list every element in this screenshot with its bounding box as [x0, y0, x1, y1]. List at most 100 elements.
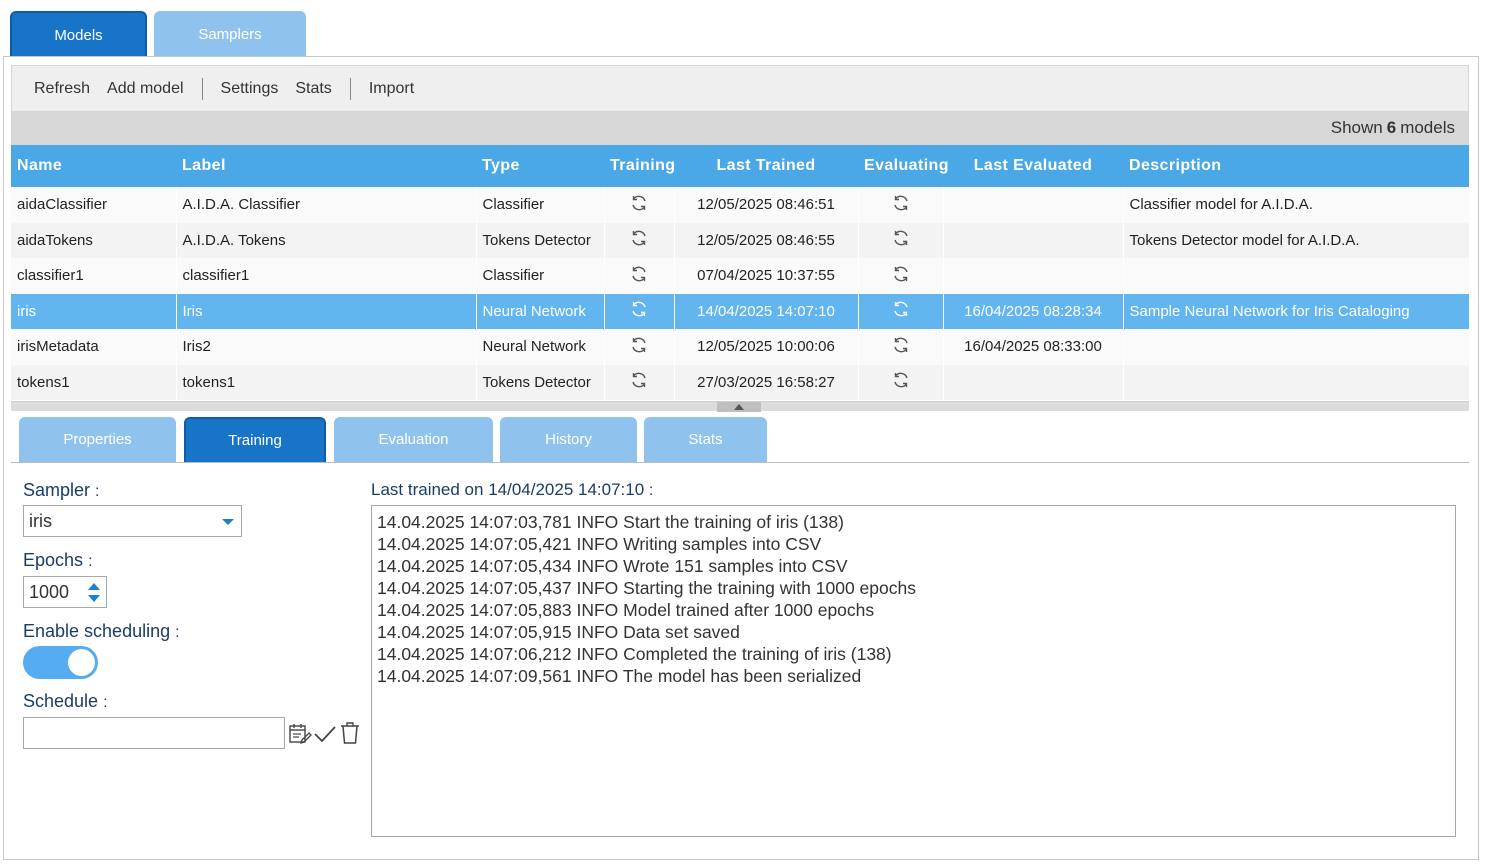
cell-name: aidaClassifier — [11, 187, 177, 223]
log-title: Last trained on 14/04/2025 14:07:10 : — [371, 480, 653, 500]
cell-last-trained: 12/05/2025 08:46:55 — [674, 222, 859, 258]
cell-last-evaluated — [943, 364, 1124, 400]
cell-label: Iris — [176, 293, 477, 329]
col-header-evaluating[interactable]: Evaluating — [858, 145, 949, 187]
cell-type: Tokens Detector — [476, 364, 605, 400]
cell-last-evaluated: 16/04/2025 08:28:34 — [943, 293, 1124, 329]
training-refresh-icon[interactable] — [604, 293, 675, 329]
label-colon: : — [95, 483, 100, 500]
epochs-stepper[interactable]: 1000 — [23, 576, 107, 608]
cell-name: iris — [11, 293, 177, 329]
tab-evaluation[interactable]: Evaluation — [334, 417, 493, 462]
epochs-label: Epochs : — [23, 550, 93, 571]
schedule-input[interactable] — [23, 717, 285, 749]
label-colon: : — [648, 482, 654, 499]
table-header-row: Name Label Type Training Last Trained Ev… — [11, 145, 1469, 187]
tab-properties[interactable]: Properties — [19, 417, 176, 462]
training-refresh-icon[interactable] — [604, 222, 675, 258]
cell-type: Classifier — [476, 187, 605, 223]
cell-last-trained: 12/05/2025 08:46:51 — [674, 187, 859, 223]
log-line: 14.04.2025 14:07:05,437 INFO Starting th… — [377, 578, 916, 598]
evaluating-refresh-icon[interactable] — [858, 258, 944, 294]
cell-description — [1123, 258, 1470, 294]
col-header-last-trained[interactable]: Last Trained — [674, 145, 858, 187]
count-prefix: Shown — [1330, 118, 1383, 137]
table-row[interactable]: tokens1 tokens1 Tokens Detector 27/03/2025 … — [11, 364, 1470, 400]
log-line: 14.04.2025 14:07:05,434 INFO Wrote 151 s… — [377, 556, 848, 576]
log-line: 14.04.2025 14:07:09,561 INFO The model h… — [377, 666, 862, 686]
scheduling-label-text: Enable scheduling — [23, 621, 171, 641]
col-header-training[interactable]: Training — [604, 145, 675, 187]
training-refresh-icon[interactable] — [604, 258, 675, 294]
stats-button[interactable]: Stats — [295, 80, 331, 98]
cell-description — [1123, 364, 1470, 400]
cell-last-trained: 14/04/2025 14:07:10 — [674, 293, 859, 329]
cell-type: Neural Network — [476, 293, 605, 329]
cell-type: Tokens Detector — [476, 222, 605, 258]
cell-label: A.I.D.A. Classifier — [176, 187, 477, 223]
table-row[interactable]: aidaClassifier A.I.D.A. Classifier Classif… — [11, 187, 1470, 223]
table-row[interactable]: irisMetadata Iris2 Neural Network 12/05/202… — [11, 329, 1470, 365]
chevron-down-icon[interactable] — [222, 519, 234, 525]
check-icon[interactable] — [313, 723, 337, 745]
col-header-label[interactable]: Label — [176, 145, 476, 187]
cell-name: classifier1 — [11, 258, 177, 294]
scheduling-label: Enable scheduling : — [23, 621, 180, 642]
log-line: 14.04.2025 14:07:05,421 INFO Writing sam… — [377, 534, 822, 554]
import-button[interactable]: Import — [369, 80, 414, 98]
tab-models[interactable]: Models — [10, 11, 147, 57]
toolbar: Refresh Add model Settings Stats Import — [11, 65, 1469, 111]
cell-last-evaluated — [943, 187, 1124, 223]
training-refresh-icon[interactable] — [604, 364, 675, 400]
scheduling-toggle[interactable] — [23, 646, 98, 679]
cell-last-trained: 27/03/2025 16:58:27 — [674, 364, 859, 400]
evaluating-refresh-icon[interactable] — [858, 364, 944, 400]
col-header-type[interactable]: Type — [476, 145, 604, 187]
toolbar-divider — [201, 77, 203, 100]
schedule-label: Schedule : — [23, 691, 108, 712]
log-line: 14.04.2025 14:07:03,781 INFO Start the t… — [377, 512, 844, 532]
sampler-label-text: Sampler — [23, 480, 91, 500]
decrement-icon[interactable] — [88, 595, 100, 602]
count-suffix: models — [1400, 118, 1455, 137]
calendar-edit-icon[interactable] — [288, 722, 312, 746]
cell-label: tokens1 — [176, 364, 477, 400]
evaluating-refresh-icon[interactable] — [858, 329, 944, 365]
tab-samplers[interactable]: Samplers — [154, 11, 306, 57]
tab-history[interactable]: History — [500, 417, 637, 462]
toggle-knob — [68, 649, 95, 676]
training-log[interactable]: 14.04.2025 14:07:03,781 INFO Start the t… — [371, 505, 1456, 837]
tab-stats[interactable]: Stats — [644, 417, 767, 462]
table-row[interactable]: classifier1 classifier1 Classifier 07/04/20… — [11, 258, 1470, 294]
epochs-value: 1000 — [29, 581, 70, 602]
cell-description: Tokens Detector model for A.I.D.A. — [1123, 222, 1470, 258]
trash-icon[interactable] — [339, 721, 361, 745]
table-row[interactable]: iris Iris Neural Network 14/04/2025 14:07:1… — [11, 293, 1470, 329]
refresh-button[interactable]: Refresh — [34, 80, 90, 98]
col-header-description[interactable]: Description — [1123, 145, 1469, 187]
evaluating-refresh-icon[interactable] — [858, 187, 944, 223]
cell-name: aidaTokens — [11, 222, 177, 258]
increment-icon[interactable] — [88, 583, 100, 590]
panel-splitter[interactable] — [11, 401, 1469, 412]
evaluating-refresh-icon[interactable] — [858, 222, 944, 258]
add-model-button[interactable]: Add model — [107, 80, 184, 98]
collapse-up-icon[interactable] — [717, 402, 761, 412]
cell-name: irisMetadata — [11, 329, 177, 365]
settings-button[interactable]: Settings — [221, 80, 279, 98]
cell-description — [1123, 329, 1470, 365]
evaluating-refresh-icon[interactable] — [858, 293, 944, 329]
col-header-last-evaluated[interactable]: Last Evaluated — [943, 145, 1123, 187]
tab-training[interactable]: Training — [184, 417, 326, 462]
cell-label: A.I.D.A. Tokens — [176, 222, 477, 258]
training-refresh-icon[interactable] — [604, 187, 675, 223]
sampler-select[interactable]: iris — [23, 505, 242, 537]
log-line: 14.04.2025 14:07:06,212 INFO Completed t… — [377, 644, 892, 664]
label-colon: : — [88, 553, 93, 570]
table-row[interactable]: aidaTokens A.I.D.A. Tokens Tokens Detector… — [11, 222, 1470, 258]
sampler-label: Sampler : — [23, 480, 100, 501]
col-header-name[interactable]: Name — [11, 145, 176, 187]
cell-last-evaluated: 16/04/2025 08:33:00 — [943, 329, 1124, 365]
models-table: Name Label Type Training Last Trained Ev… — [11, 145, 1470, 400]
training-refresh-icon[interactable] — [604, 329, 675, 365]
